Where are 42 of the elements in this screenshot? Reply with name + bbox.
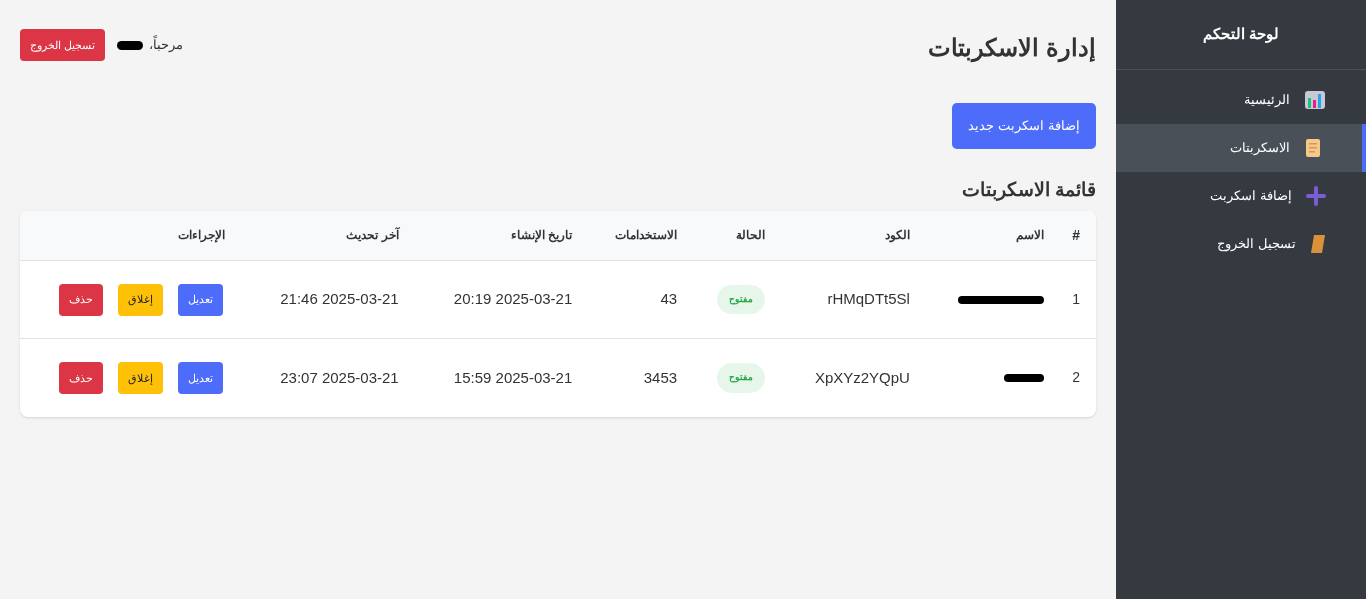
table-cell: 3453	[643, 368, 678, 386]
logout-button[interactable]: تسجيل الخروج	[20, 29, 106, 61]
table-cell: rHMqDTt5Sl	[827, 290, 910, 308]
sidebar-item[interactable]: إضافة اسكربت	[1116, 172, 1366, 220]
column-header: تاريخ الإنشاء	[410, 210, 585, 261]
sidebar-item[interactable]: الاسكربتات	[1116, 124, 1366, 172]
page-title: إدارة الاسكربتات	[928, 33, 1096, 65]
edit-button[interactable]: تعديل	[178, 361, 224, 394]
close-button[interactable]: إغلاق	[118, 283, 164, 316]
redaction-mark	[117, 40, 144, 50]
scroll-icon	[1304, 138, 1322, 158]
delete-button[interactable]: حذف	[59, 283, 104, 316]
sidebar-item[interactable]: تسجيل الخروج	[1116, 220, 1366, 268]
redaction-mark	[1004, 374, 1044, 383]
column-header: الإجراءات	[20, 210, 238, 261]
bar-chart-icon	[1304, 90, 1326, 110]
column-header: #	[1056, 210, 1096, 261]
greeting-text: مرحباً،	[149, 35, 184, 55]
section-title: قائمة الاسكربتات	[960, 178, 1096, 203]
door-icon	[1310, 234, 1326, 254]
column-header: الحالة	[689, 210, 777, 261]
column-header: الكود	[776, 210, 922, 261]
table-cell: 2025-03-21 20:19	[453, 290, 573, 308]
add-script-button[interactable]: إضافة اسكربت جديد	[952, 103, 1096, 149]
sidebar-item[interactable]: الرئيسية	[1116, 76, 1366, 124]
plus-icon	[1306, 186, 1326, 206]
column-header: الاستخدامات	[584, 210, 690, 261]
status-badge: مفتوح	[716, 363, 765, 393]
column-header: الاسم	[921, 210, 1056, 261]
table-cell: 2025-03-21 21:46	[280, 290, 399, 308]
edit-button[interactable]: تعديل	[178, 283, 224, 316]
table-cell: 2025-03-21 23:07	[280, 368, 399, 386]
table-cell: XpXYz2YQpU	[814, 368, 910, 386]
status-badge: مفتوح	[716, 284, 765, 315]
table-cell: 43	[660, 290, 678, 308]
close-button[interactable]: إغلاق	[118, 361, 164, 394]
column-header: آخر تحديث	[237, 210, 411, 261]
delete-button[interactable]: حذف	[59, 361, 104, 394]
table-cell: 2	[1072, 369, 1080, 386]
table-cell: 2025-03-21 15:59	[453, 368, 573, 386]
sidebar-title: لوحة التحكم	[1202, 24, 1280, 45]
table-cell: 1	[1072, 291, 1080, 307]
